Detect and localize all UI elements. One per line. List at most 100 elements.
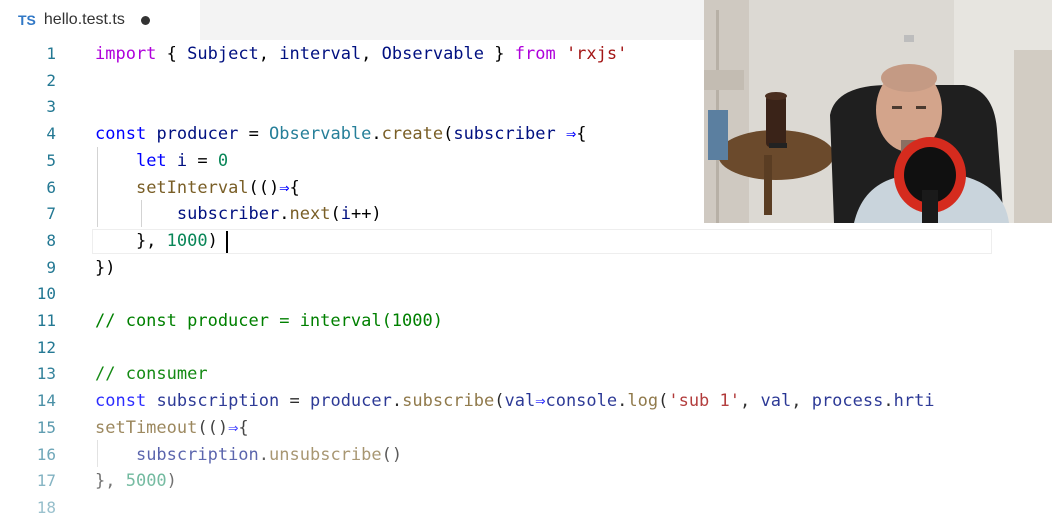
code-text: const subscription = producer.subscribe(… bbox=[95, 388, 935, 415]
code-token: ) bbox=[207, 230, 218, 251]
code-token: import bbox=[95, 44, 157, 64]
code-text: setTimeout(()⇒{ bbox=[95, 415, 249, 442]
code-token: const bbox=[95, 391, 147, 412]
code-token: Observable bbox=[269, 124, 372, 145]
code-token: let bbox=[135, 150, 167, 171]
code-token: log bbox=[627, 391, 659, 412]
code-token: producer bbox=[156, 124, 239, 145]
code-line: 8 }, 1000) bbox=[0, 228, 1052, 255]
code-token: = bbox=[279, 391, 310, 412]
code-text: const producer = Observable.create(subsc… bbox=[95, 121, 586, 148]
code-token: ⇒ bbox=[565, 124, 577, 145]
code-token: process bbox=[811, 391, 884, 412]
code-token: subscriber bbox=[176, 204, 280, 225]
code-token: { bbox=[289, 177, 300, 198]
code-line: 10 bbox=[0, 281, 1052, 308]
code-token: = bbox=[238, 124, 270, 145]
line-number: 12 bbox=[36, 337, 56, 357]
code-token: , bbox=[740, 391, 761, 412]
code-token: ⇒ bbox=[535, 391, 546, 412]
code-line: 18 bbox=[0, 495, 1052, 522]
code-token: { bbox=[576, 124, 587, 145]
code-text: import { Subject, interval, Observable }… bbox=[95, 41, 627, 68]
code-token: subscription bbox=[156, 391, 280, 412]
code-token: . bbox=[391, 391, 403, 412]
code-token: subscription bbox=[135, 444, 259, 465]
code-token: setInterval bbox=[135, 177, 249, 198]
code-token: i bbox=[340, 204, 351, 225]
code-token: from bbox=[514, 44, 556, 64]
code-token: create bbox=[381, 124, 444, 145]
line-number: 1 bbox=[46, 44, 56, 63]
code-text: }, 1000) bbox=[95, 228, 218, 255]
code-text: // const producer = interval(1000) bbox=[95, 308, 443, 335]
code-token: const bbox=[95, 124, 147, 145]
code-token: ( bbox=[443, 124, 454, 145]
code-token: }, bbox=[95, 471, 126, 492]
line-number: 17 bbox=[36, 471, 56, 491]
unsaved-changes-icon[interactable] bbox=[140, 15, 150, 25]
line-number: 3 bbox=[46, 97, 56, 117]
code-token: ++) bbox=[350, 204, 382, 225]
code-token: { bbox=[238, 417, 249, 438]
code-line: 16 subscription.unsubscribe() bbox=[0, 442, 1052, 469]
code-line: 17}, 5000) bbox=[0, 468, 1052, 495]
code-token: 0 bbox=[217, 150, 229, 171]
line-number: 13 bbox=[36, 364, 56, 384]
code-line: 15 setTimeout(()⇒{ bbox=[0, 415, 1052, 442]
code-token: . bbox=[258, 444, 270, 465]
code-token: }) bbox=[95, 257, 116, 278]
line-number: 7 bbox=[46, 204, 56, 224]
code-token: (() bbox=[248, 177, 280, 198]
code-token: // const producer = interval(1000) bbox=[95, 311, 443, 331]
line-number: 6 bbox=[46, 177, 56, 197]
code-text: let i = 0 bbox=[95, 148, 228, 175]
code-token: . bbox=[617, 391, 628, 412]
code-token: // consumer bbox=[95, 364, 208, 385]
code-token: Subject bbox=[187, 44, 259, 64]
code-token: ( bbox=[330, 204, 341, 225]
code-token: setTimeout bbox=[95, 417, 198, 438]
code-token: ( bbox=[658, 391, 669, 412]
line-number: 14 bbox=[36, 391, 56, 411]
code-token: hrti bbox=[893, 391, 935, 412]
code-line: 14 const subscription = producer.subscrib… bbox=[0, 388, 1052, 415]
code-token: interval bbox=[279, 44, 362, 64]
webcam-overlay bbox=[704, 0, 1052, 223]
code-token: }, bbox=[95, 230, 167, 251]
code-text: }) bbox=[95, 255, 115, 282]
code-token: , bbox=[791, 391, 812, 412]
code-token: { bbox=[156, 44, 188, 64]
code-token: 'rxjs' bbox=[565, 44, 628, 64]
line-number: 2 bbox=[46, 70, 56, 90]
line-number: 16 bbox=[36, 444, 56, 464]
line-number: 18 bbox=[36, 497, 56, 517]
code-token: , bbox=[258, 44, 280, 64]
line-number: 10 bbox=[36, 284, 56, 304]
line-number: 4 bbox=[46, 124, 56, 144]
code-token: ) bbox=[166, 471, 177, 492]
code-token: . bbox=[279, 204, 290, 225]
code-line: 12 bbox=[0, 335, 1052, 362]
code-token: i bbox=[176, 150, 188, 171]
line-number: 15 bbox=[36, 417, 56, 437]
code-line: 13 // consumer bbox=[0, 361, 1052, 388]
code-token: next bbox=[289, 204, 331, 225]
code-token: Observable bbox=[381, 44, 485, 64]
code-text: subscriber.next(i++) bbox=[95, 201, 382, 228]
code-token: 'sub 1' bbox=[668, 391, 740, 412]
tab-hello-test-ts[interactable]: TS hello.test.ts bbox=[0, 0, 200, 40]
code-line: 11 // const producer = interval(1000) bbox=[0, 308, 1052, 335]
code-token: . bbox=[883, 391, 894, 412]
line-number: 5 bbox=[46, 150, 56, 170]
code-token: 5000 bbox=[125, 471, 167, 492]
line-number: 8 bbox=[46, 230, 56, 250]
